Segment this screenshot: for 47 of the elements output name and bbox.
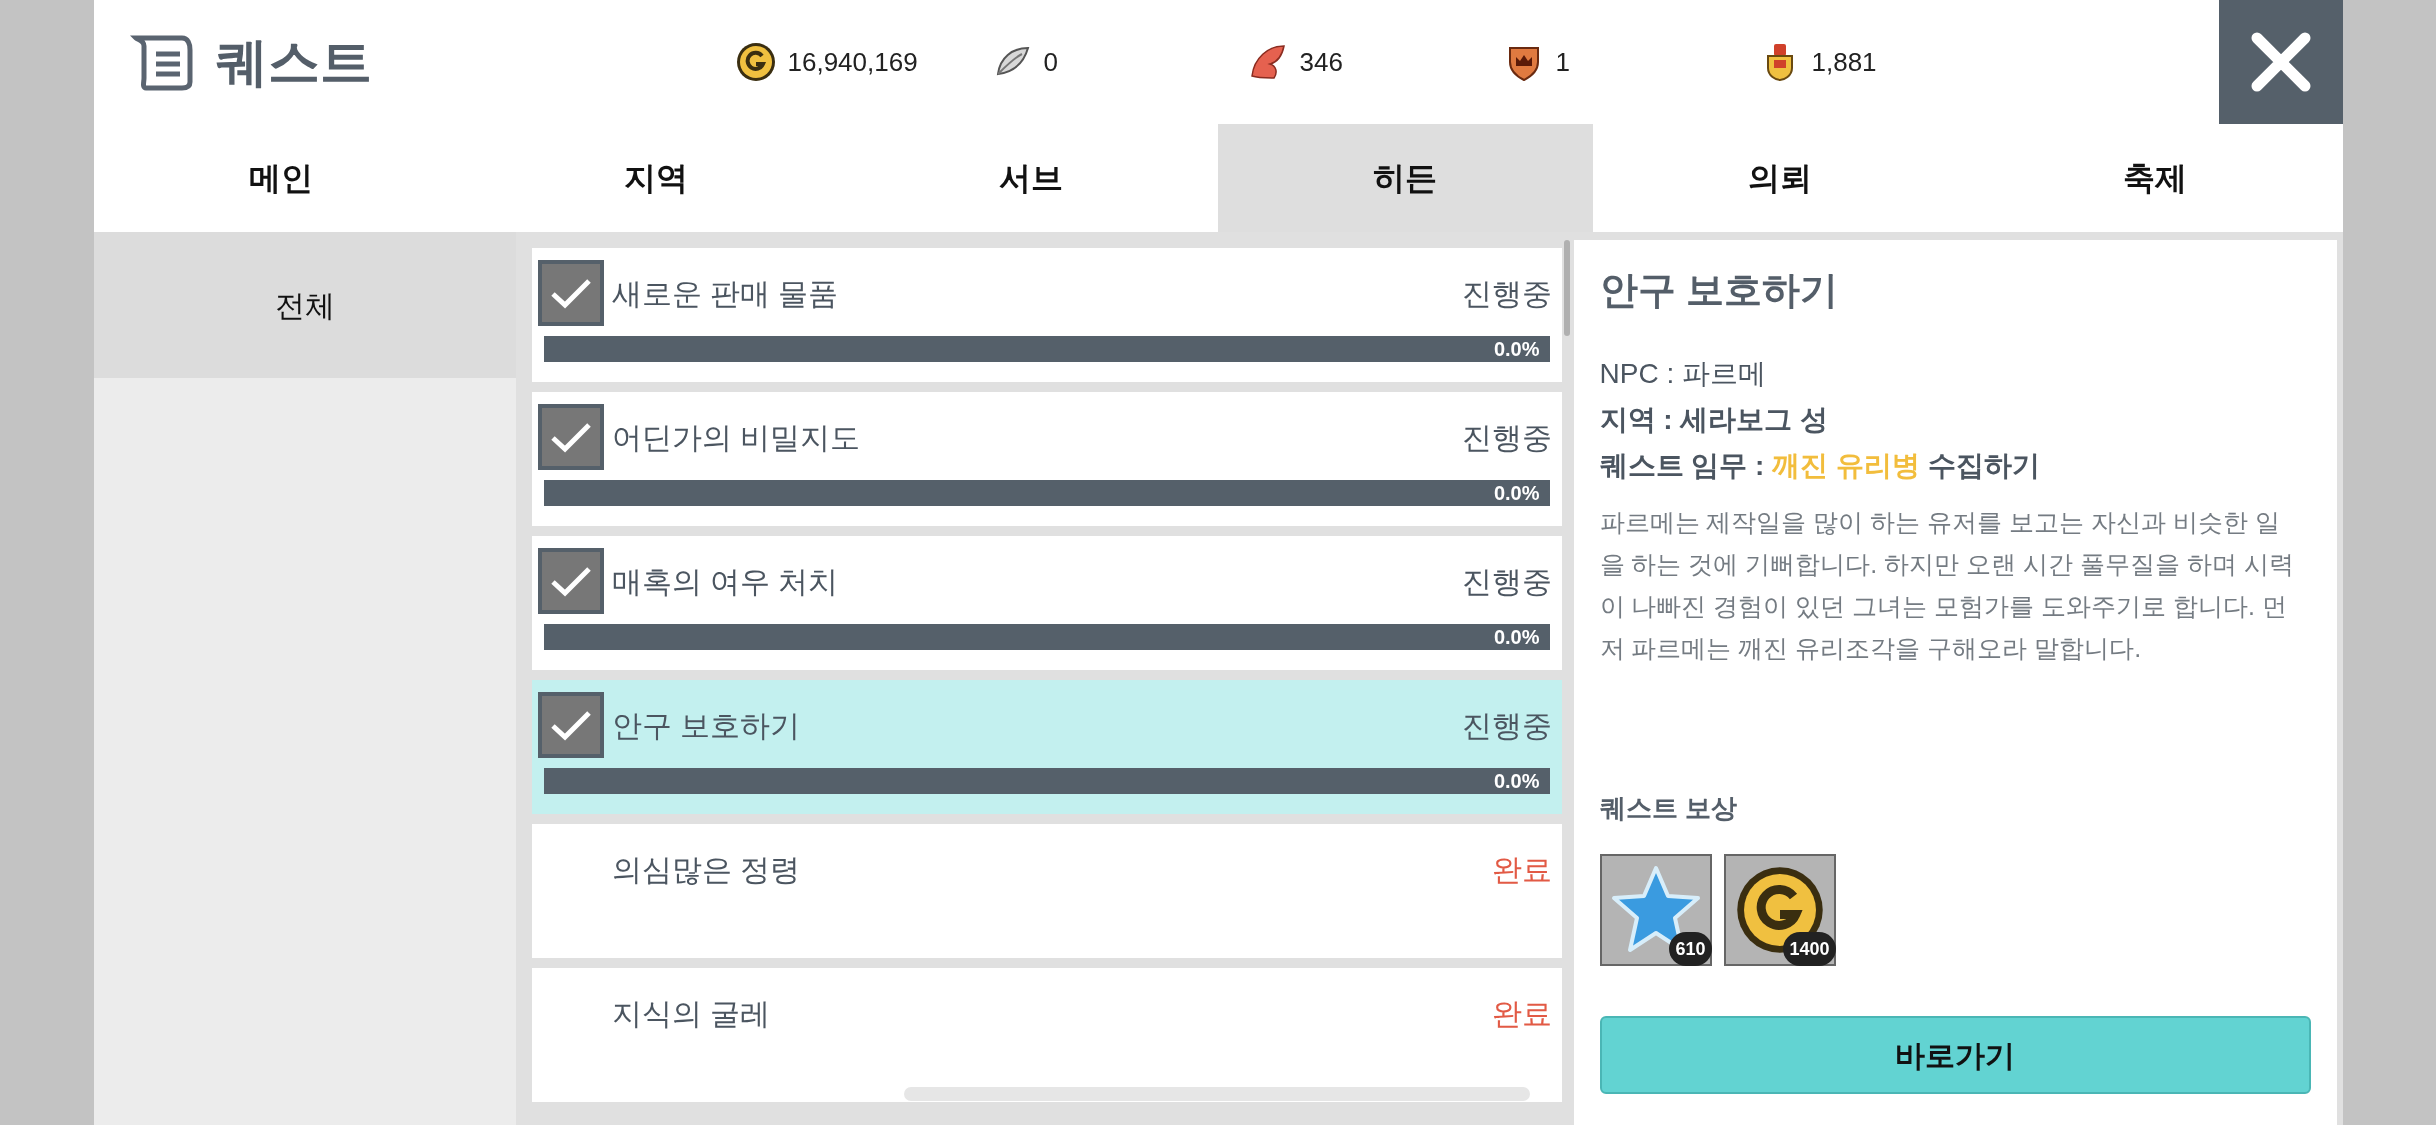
checkbox[interactable]: [537, 260, 604, 326]
checkbox[interactable]: [537, 692, 604, 758]
quest-row[interactable]: 안구 보호하기 진행중 0.0%: [531, 680, 1562, 814]
quest-status: 진행중: [1461, 707, 1552, 744]
coin-icon: [735, 42, 776, 82]
go-button[interactable]: 바로가기: [1599, 1016, 2311, 1094]
reward-slot[interactable]: 610: [1599, 854, 1712, 966]
rewards-title: 퀘스트 보상: [1599, 792, 1738, 825]
currency-amount: 346: [1299, 45, 1343, 79]
tab[interactable]: 히든: [1218, 124, 1593, 232]
npc-line: NPC : 파르메: [1599, 357, 1767, 391]
progress-reading: 0.0%: [1493, 481, 1540, 506]
progress-reading: 0.0%: [1493, 337, 1540, 362]
quest-title: 안구 보호하기: [611, 707, 800, 744]
quest-status: 진행중: [1461, 563, 1552, 600]
quest-status: 진행중: [1461, 419, 1552, 456]
quest-status: 진행중: [1461, 275, 1552, 312]
quest-title: 어딘가의 비밀지도: [611, 419, 860, 456]
reward-slot[interactable]: 1400: [1723, 854, 1836, 966]
progress-reading: 0.0%: [1493, 625, 1540, 650]
quest-status: 완료: [1491, 995, 1552, 1032]
region-line: 지역 : 세라보그 성: [1599, 403, 1830, 437]
reward-count: 1400: [1783, 932, 1836, 966]
quest-row[interactable]: 매혹의 여우 처치 진행중 0.0%: [531, 536, 1562, 670]
quest-row[interactable]: 의심많은 정령 완료: [531, 824, 1562, 958]
quest-row[interactable]: 새로운 판매 물품 진행중 0.0%: [531, 248, 1562, 382]
quest-row[interactable]: 지식의 굴레 완료: [531, 968, 1562, 1102]
task-line: 퀘스트 임무 : 깨진 유리병 수집하기: [1599, 449, 2041, 483]
currency-amount: 1: [1555, 45, 1570, 79]
reward-count: 610: [1669, 932, 1712, 966]
quest-status: 완료: [1491, 851, 1552, 888]
quest-title: 매혹의 여우 처치: [611, 563, 839, 600]
quest-title: 의심많은 정령: [611, 851, 800, 888]
checkbox[interactable]: [537, 548, 604, 614]
detail-title: 안구 보호하기: [1599, 268, 1840, 313]
checkbox[interactable]: [537, 404, 604, 470]
sidebar-item[interactable]: 전체: [93, 232, 516, 378]
currency-amount: 0: [1043, 45, 1058, 79]
close-button[interactable]: [2218, 0, 2343, 124]
currency-amount: 1,881: [1811, 45, 1877, 79]
quest-title: 지식의 굴레: [611, 995, 770, 1032]
quest-title: 새로운 판매 물품: [611, 275, 839, 312]
progress-reading: 0.0%: [1493, 769, 1540, 794]
page-title: 퀘스트: [215, 32, 372, 93]
quest-description: 파르메는 제작일을 많이 하는 유저를 보고는 자신과 비슷한 일을 하는 것에 기뻐합니다. 하지만 오랜 시간 풀무질을 하며 시력이 나빠진 경험이 있던 그녀는 모험가를 도와주기로 합니다. 먼저 파르메는 깨진 유리조각을 구해오라 말합니다.: [1599, 507, 2295, 664]
currency-amount: 16,940,169: [787, 45, 918, 79]
quest-row[interactable]: 어딘가의 비밀지도 진행중 0.0%: [531, 392, 1562, 526]
